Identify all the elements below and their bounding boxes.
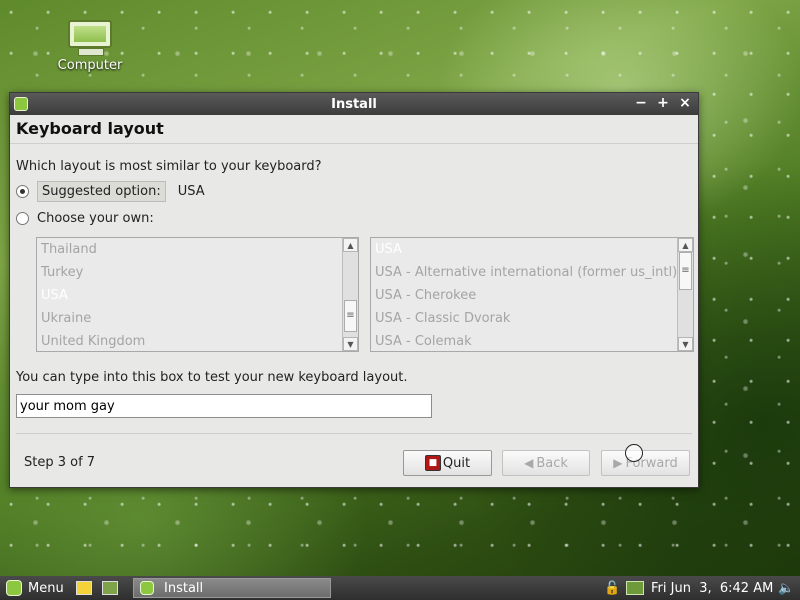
window-titlebar[interactable]: Install − + × [10,93,698,115]
text-editor-icon [76,581,92,595]
computer-icon [68,20,112,56]
list-item[interactable]: USA - Alternative international (former … [371,261,693,284]
variant-list-scrollbar[interactable]: ▲ ≡ ▼ [677,238,693,351]
layout-list[interactable]: Thailand Turkey USA Ukraine United Kingd… [36,237,359,352]
desktop-icon-computer[interactable]: Computer [52,20,128,73]
window-title: Install [331,96,377,112]
list-item[interactable]: United Kingdom [37,330,358,351]
back-button-label: Back [536,455,568,471]
suggested-option-label[interactable]: Suggested option: [37,181,166,202]
unlock-icon: 🔓 [604,580,621,596]
quit-button[interactable]: ■ Quit [403,450,492,476]
menu-button[interactable]: Menu [6,576,64,600]
clock-label: Fri Jun 3, 6:42 AM [651,580,774,596]
choose-own-row[interactable]: Choose your own: [16,211,154,226]
network-icon [626,581,644,595]
taskbar: Menu Install 🔓 Fri Jun 3, 6:42 AM 🔈 [0,576,800,600]
back-button[interactable]: ◀ Back [502,450,590,476]
taskbar-item-label: Install [164,580,204,596]
tray-lock[interactable]: 🔓 [604,576,620,600]
test-box-label: You can type into this box to test your … [16,370,408,385]
scroll-up-icon[interactable]: ▲ [678,238,693,252]
quit-button-label: Quit [442,455,471,471]
list-item[interactable]: Turkey [37,261,358,284]
maximize-button[interactable]: + [656,95,670,111]
launcher-text-editor[interactable] [76,576,92,600]
mint-logo-icon [6,580,22,596]
list-item[interactable]: Thailand [37,238,358,261]
suggested-option-row[interactable]: Suggested option: USA [16,181,205,202]
step-indicator: Step 3 of 7 [24,455,96,470]
list-item-selected[interactable]: USA [371,238,693,261]
menu-label: Menu [28,580,64,596]
scroll-thumb[interactable]: ≡ [679,252,692,290]
launcher-show-desktop[interactable] [102,576,118,600]
tray-network[interactable] [626,576,644,600]
arrow-left-icon: ◀ [524,456,534,470]
desktop-icon-label: Computer [57,58,123,73]
close-button[interactable]: × [678,95,692,111]
page-title: Keyboard layout [10,115,698,144]
volume-icon: 🔈 [778,580,795,596]
choose-own-radio[interactable] [16,212,29,225]
list-item[interactable]: Ukraine [37,307,358,330]
arrow-right-icon: ▶ [613,456,623,470]
busy-cursor-icon [625,444,643,462]
list-item-selected[interactable]: USA [37,284,358,307]
choose-own-label[interactable]: Choose your own: [37,211,154,226]
suggested-option-radio[interactable] [16,185,29,198]
scroll-down-icon[interactable]: ▼ [343,337,358,351]
keyboard-test-input[interactable] [16,394,432,418]
install-window: Install − + × Keyboard layout Which layo… [9,92,699,488]
variant-list[interactable]: USA USA - Alternative international (for… [370,237,694,352]
scroll-thumb[interactable]: ≡ [344,300,357,332]
suggested-option-value: USA [177,184,205,199]
minimize-button[interactable]: − [634,95,648,111]
layout-list-scrollbar[interactable]: ▲ ≡ ▼ [342,238,358,351]
mint-app-icon [140,581,154,595]
scroll-up-icon[interactable]: ▲ [343,238,358,252]
list-item[interactable]: USA - Cherokee [371,284,693,307]
quit-icon: ■ [424,455,441,471]
taskbar-item-install[interactable]: Install [133,578,331,598]
forward-button[interactable]: ▶ Forward [601,450,690,476]
divider [16,433,692,434]
show-desktop-icon [102,581,118,595]
clock[interactable]: Fri Jun 3, 6:42 AM [651,576,773,600]
layout-question: Which layout is most similar to your key… [16,159,322,174]
scroll-down-icon[interactable]: ▼ [678,337,693,351]
list-item[interactable]: USA - Colemak [371,330,693,351]
list-item[interactable]: USA - Classic Dvorak [371,307,693,330]
tray-volume[interactable]: 🔈 [778,576,794,600]
